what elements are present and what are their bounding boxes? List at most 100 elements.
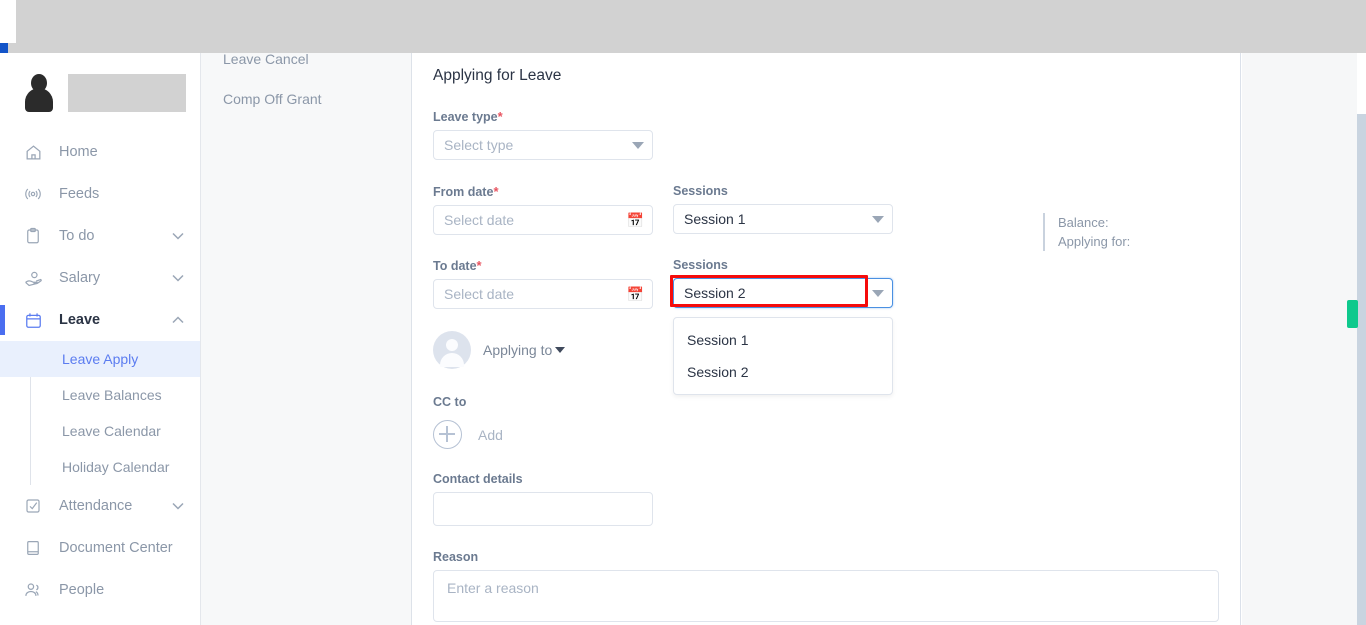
chevron-up-icon[interactable]: [172, 314, 184, 326]
cc-to-add-label[interactable]: Add: [478, 427, 503, 443]
to-sessions-select[interactable]: Session 2: [670, 275, 893, 308]
chevron-down-icon: [872, 289, 884, 297]
chevron-down-icon: [872, 215, 884, 223]
sidebar-item-attendance[interactable]: Attendance: [0, 485, 200, 527]
people-icon: [22, 579, 44, 601]
balance-summary: Balance: Applying for:: [1043, 213, 1130, 251]
reason-field-group: Reason Enter a reason: [433, 550, 1219, 622]
home-icon: [22, 141, 44, 163]
primary-sidebar: Home Feeds To do Salary Leave Leave Appl…: [0, 53, 201, 625]
submenu-label: Leave Apply: [62, 351, 139, 367]
sidebar-item-home[interactable]: Home: [0, 131, 200, 173]
submenu-label: Leave Balances: [62, 387, 162, 403]
cc-to-add-row[interactable]: Add: [433, 420, 503, 449]
user-name-placeholder: [68, 74, 186, 112]
hand-coin-icon: [22, 267, 44, 289]
sidebar-item-label: Document Center: [59, 540, 173, 556]
sidebar-item-todo[interactable]: To do: [0, 215, 200, 257]
applying-for-label: Applying for:: [1058, 234, 1131, 249]
to-date-input[interactable]: Select date 📅: [433, 279, 653, 309]
leave-type-field-group: Leave type* Select type: [433, 109, 653, 160]
right-rail: [1242, 53, 1366, 625]
sidebar-item-label: Salary: [59, 270, 101, 286]
sidebar-item-document-center[interactable]: Document Center: [0, 527, 200, 569]
chevron-down-icon[interactable]: [172, 230, 184, 242]
right-scroll-strip-top: [1357, 53, 1366, 114]
right-scroll-strip[interactable]: [1357, 53, 1366, 625]
sidebar-item-label: Leave: [59, 312, 101, 328]
sidebar-item-leave-apply[interactable]: Leave Apply: [0, 341, 200, 377]
reason-label: Reason: [433, 550, 479, 564]
from-sessions-field-group: Sessions Session 1: [673, 184, 893, 234]
sidebar-item-label: Attendance: [59, 498, 133, 514]
to-date-label: To date*: [433, 258, 482, 273]
top-bar-left-white: [8, 0, 16, 43]
applying-to-row[interactable]: Applying to: [433, 331, 566, 369]
sidebar-item-feeds[interactable]: Feeds: [0, 173, 200, 215]
from-date-field-group: From date* Select date 📅: [433, 184, 653, 235]
app-root: Home Feeds To do Salary Leave Leave Appl…: [0, 0, 1366, 625]
checkbox-icon: [22, 495, 44, 517]
broadcast-icon: [22, 183, 44, 205]
contact-details-input[interactable]: [433, 492, 653, 526]
reason-textarea[interactable]: Enter a reason: [433, 570, 1219, 622]
sidebar-item-leave-calendar[interactable]: Leave Calendar: [0, 413, 200, 449]
secondary-nav-panel: Leave Cancel Comp Off Grant: [201, 51, 412, 625]
help-tab-button[interactable]: [1347, 300, 1358, 328]
plus-circle-icon[interactable]: [433, 420, 462, 449]
from-date-input[interactable]: Select date 📅: [433, 205, 653, 235]
chevron-down-icon: [555, 347, 566, 353]
page-title: Applying for Leave: [433, 67, 562, 84]
required-marker: *: [476, 258, 482, 273]
chevron-down-icon[interactable]: [172, 500, 184, 512]
secondary-nav-label: Leave Cancel: [223, 51, 309, 67]
required-marker: *: [497, 109, 503, 124]
balance-label: Balance:: [1058, 215, 1109, 230]
chevron-down-icon[interactable]: [172, 272, 184, 284]
sidebar-item-leave-balances[interactable]: Leave Balances: [0, 377, 200, 413]
to-sessions-field-group: Sessions Session 2 Session 1 Session 2: [670, 258, 893, 395]
cc-to-label: CC to: [433, 395, 467, 409]
profile-block[interactable]: [0, 53, 200, 131]
required-marker: *: [493, 184, 499, 199]
contact-details-label: Contact details: [433, 472, 523, 486]
dropdown-option-session-2[interactable]: Session 2: [674, 356, 892, 388]
to-sessions-label: Sessions: [673, 258, 728, 272]
to-date-placeholder: Select date: [444, 286, 515, 302]
contact-details-field-group: Contact details: [433, 472, 653, 526]
clipboard-icon: [22, 225, 44, 247]
submenu-label: Leave Calendar: [62, 423, 161, 439]
sidebar-item-label: Feeds: [59, 186, 100, 202]
sidebar-item-holiday-calendar[interactable]: Holiday Calendar: [0, 449, 200, 485]
to-date-field-group: To date* Select date 📅: [433, 258, 653, 309]
sidebar-item-label: People: [59, 582, 105, 598]
leave-type-placeholder: Select type: [444, 137, 514, 153]
from-date-label: From date*: [433, 184, 499, 199]
submenu-label: Holiday Calendar: [62, 459, 170, 475]
applying-to-selector[interactable]: Applying to: [483, 342, 566, 358]
from-sessions-label: Sessions: [673, 184, 728, 198]
calendar-icon[interactable]: 📅: [627, 287, 644, 301]
book-icon: [22, 537, 44, 559]
secondary-nav-item-leave-cancel[interactable]: Leave Cancel: [201, 43, 411, 75]
leave-submenu: Leave Apply Leave Balances Leave Calenda…: [0, 341, 200, 485]
top-bar-blue-accent: [0, 43, 8, 53]
user-avatar-icon: [22, 73, 56, 113]
chevron-down-icon: [632, 141, 644, 149]
from-sessions-select[interactable]: Session 1: [673, 204, 893, 234]
sidebar-item-label: To do: [59, 228, 95, 244]
leave-type-select[interactable]: Select type: [433, 130, 653, 160]
leave-type-label: Leave type*: [433, 109, 503, 124]
reason-placeholder: Enter a reason: [447, 580, 539, 596]
secondary-nav-label: Comp Off Grant: [223, 91, 322, 107]
sidebar-item-salary[interactable]: Salary: [0, 257, 200, 299]
from-date-placeholder: Select date: [444, 212, 515, 228]
sidebar-item-leave[interactable]: Leave: [0, 299, 200, 341]
calendar-icon[interactable]: 📅: [627, 213, 644, 227]
sidebar-item-people[interactable]: People: [0, 569, 200, 611]
to-sessions-dropdown-menu: Session 1 Session 2: [673, 317, 893, 395]
dropdown-option-session-1[interactable]: Session 1: [674, 324, 892, 356]
to-sessions-value: Session 2: [684, 285, 746, 301]
secondary-nav-item-comp-off-grant[interactable]: Comp Off Grant: [201, 83, 411, 115]
leave-form-panel: Applying for Leave Leave type* Select ty…: [412, 53, 1241, 625]
